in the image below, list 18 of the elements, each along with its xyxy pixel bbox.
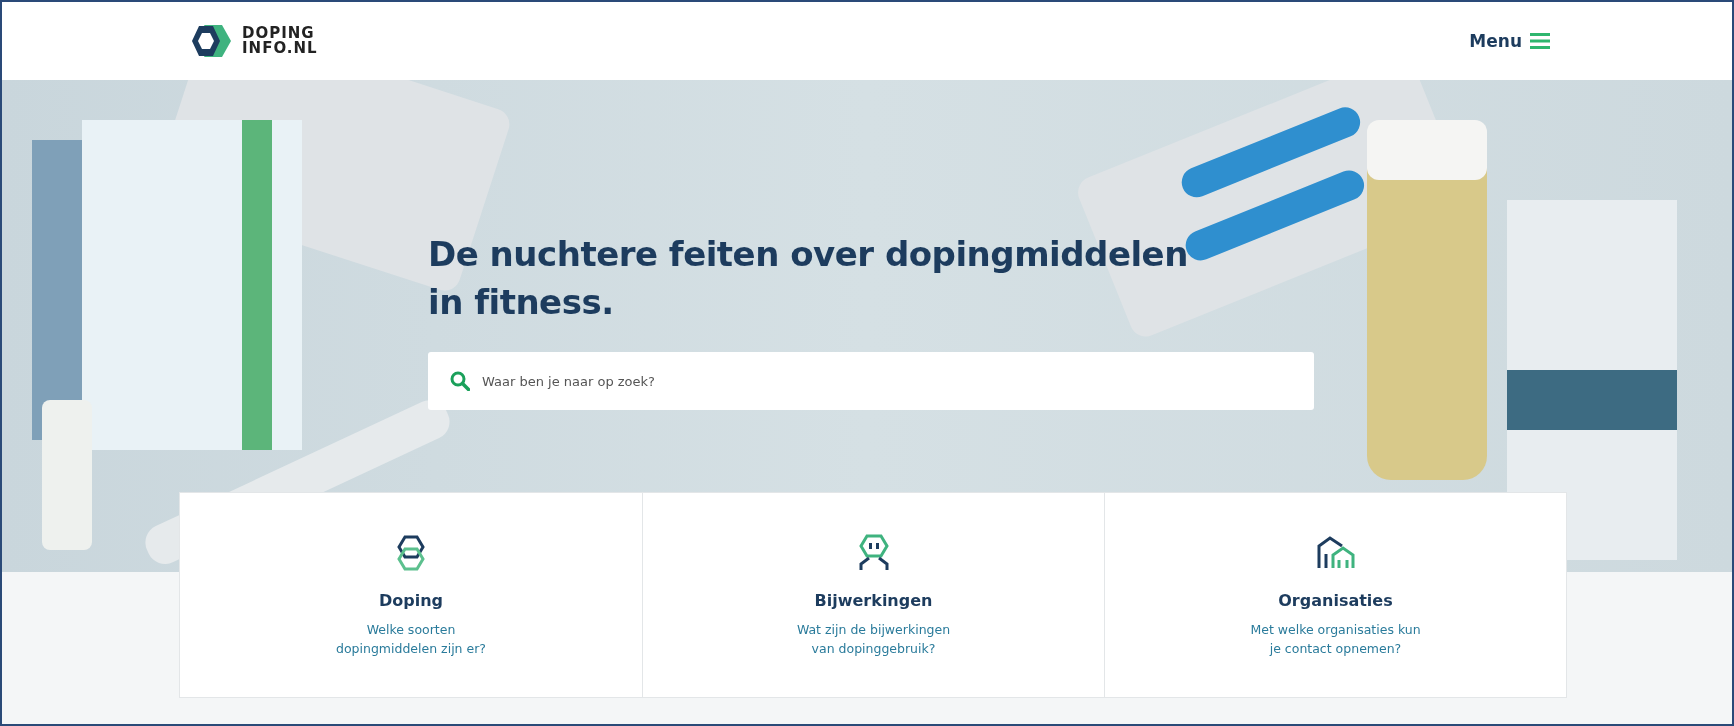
buildings-icon — [1315, 536, 1356, 570]
logo-icon — [190, 23, 232, 59]
category-card[interactable]: Bijwerkingen Wat zijn de bijwerkingen van dopinggebruik? — [642, 493, 1104, 697]
category-card[interactable]: Doping Welke soorten dopingmiddelen zijn er? — [180, 493, 642, 697]
hero-title: De nuchtere feiten over dopingmiddelen in fitness. — [428, 233, 1188, 324]
category-card[interactable]: Organisaties Met welke organisaties kun je contact opnemen? — [1104, 493, 1566, 697]
card-title: Bijwerkingen — [814, 591, 933, 610]
card-title: Doping — [378, 591, 444, 610]
menu-button[interactable]: Menu — [1465, 27, 1554, 55]
capsule-icon — [395, 535, 427, 571]
card-description: Met welke organisaties kun je contact opnemen? — [1250, 621, 1421, 658]
search-icon — [450, 371, 470, 391]
card-description: Welke soorten dopingmiddelen zijn er? — [336, 621, 486, 658]
menu-icon — [1530, 33, 1550, 49]
search-field[interactable]: Waar ben je naar op zoek? — [428, 352, 1314, 410]
logo-text: DOPING INFO.NL — [242, 26, 318, 56]
card-description: Wat zijn de bijwerkingen van dopinggebruik? — [796, 621, 951, 658]
card-title: Organisaties — [1278, 591, 1393, 610]
